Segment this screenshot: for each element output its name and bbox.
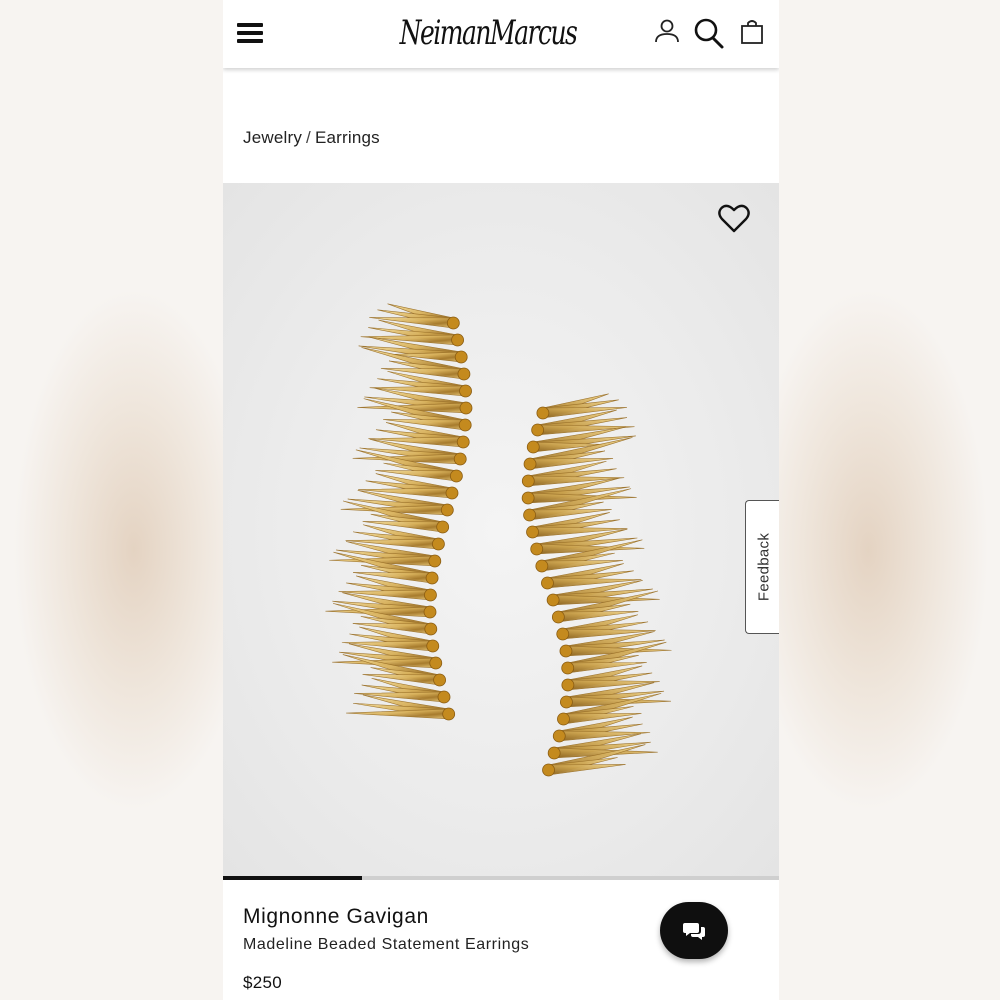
product-price: $250	[243, 973, 283, 992]
chat-button[interactable]	[660, 902, 728, 959]
chat-icon	[683, 922, 705, 940]
background-right	[779, 0, 1000, 1000]
feedback-label: Feedback	[755, 532, 772, 602]
shopping-bag-icon[interactable]	[737, 16, 769, 50]
product-image[interactable]: Feedback	[223, 183, 779, 876]
feedback-button[interactable]: Feedback	[745, 500, 779, 634]
background-left	[0, 0, 223, 1000]
breadcrumb-area: Jewelry / Earrings	[223, 68, 779, 183]
image-carousel-progress	[223, 876, 779, 880]
site-header: NeimanMarcus	[223, 0, 779, 68]
product-designer[interactable]: Mignonne Gavigan	[243, 905, 429, 929]
brand-logo[interactable]: NeimanMarcus	[400, 0, 578, 67]
breadcrumb-jewelry[interactable]: Jewelry	[243, 128, 302, 147]
left-earring	[325, 303, 473, 721]
right-earring	[521, 393, 672, 777]
breadcrumb-earrings[interactable]: Earrings	[315, 128, 380, 147]
menu-icon[interactable]	[237, 23, 263, 45]
breadcrumb-separator: /	[306, 128, 311, 147]
account-icon[interactable]	[651, 16, 683, 50]
earrings-image	[325, 303, 672, 777]
breadcrumb: Jewelry / Earrings	[243, 128, 380, 148]
search-icon[interactable]	[693, 16, 725, 50]
product-name: Madeline Beaded Statement Earrings	[243, 936, 530, 953]
mobile-page: NeimanMarcus Jewelry / Earrings Feedback…	[223, 0, 779, 1000]
favorite-heart-icon[interactable]	[717, 203, 751, 235]
image-carousel-progress-fill	[223, 876, 362, 880]
